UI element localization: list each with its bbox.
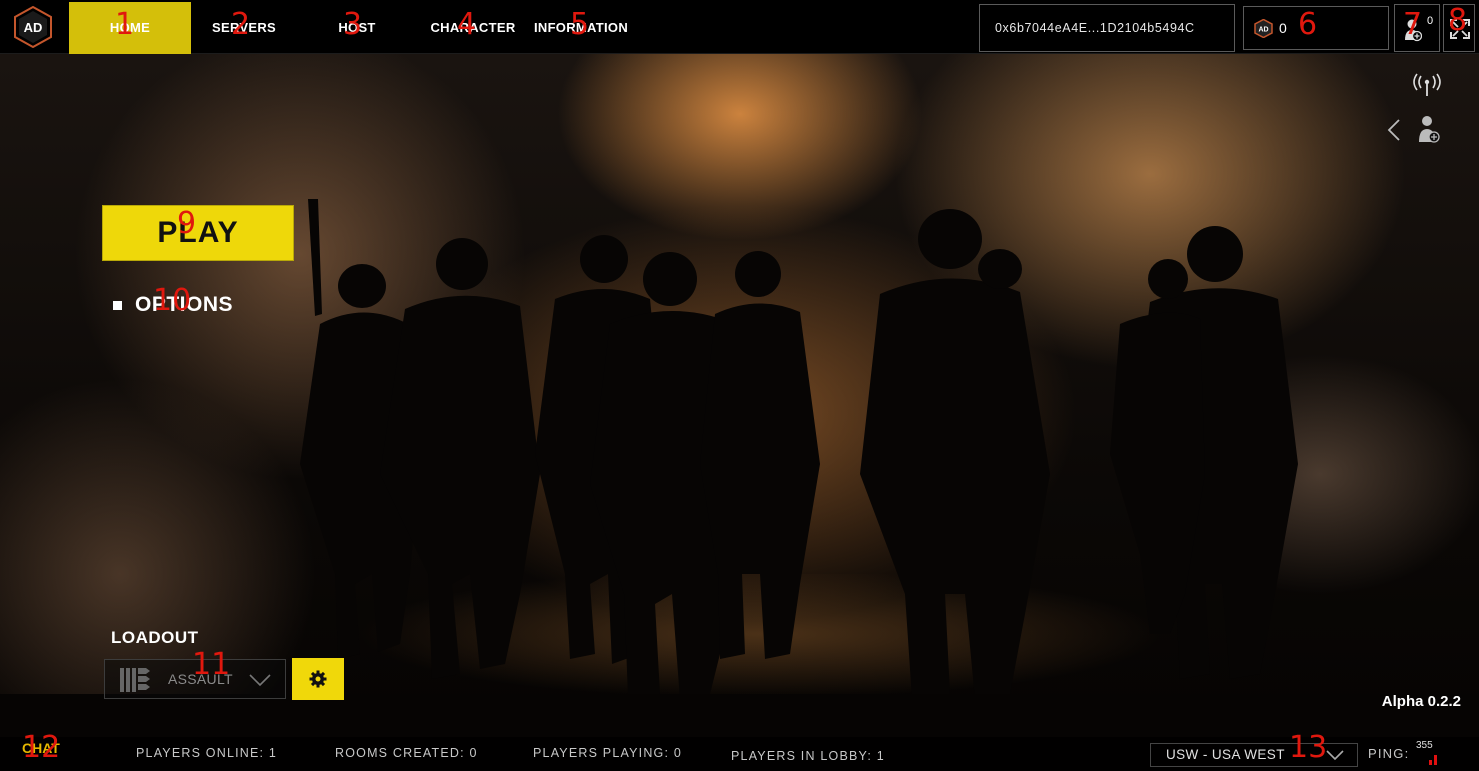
chevron-left-icon[interactable]: [1386, 118, 1402, 142]
chevron-down-icon: [1326, 750, 1344, 761]
token-balance-value: 0: [1279, 20, 1287, 36]
nav-character[interactable]: CHARACTER: [425, 2, 521, 54]
loadout-title: LOADOUT: [111, 628, 199, 647]
nav-host[interactable]: HOST: [312, 2, 402, 54]
players-online: PLAYERS ONLINE: 1: [136, 746, 278, 760]
friends-count: 0: [1427, 15, 1434, 27]
version-label: Alpha 0.2.2: [1381, 693, 1461, 710]
nav-information[interactable]: INFORMATION: [528, 2, 634, 54]
token-balance[interactable]: AD 0: [1243, 6, 1389, 50]
signal-icon[interactable]: [1411, 73, 1443, 97]
players-playing: PLAYERS PLAYING: 0: [533, 746, 682, 760]
svg-text:AD: AD: [24, 20, 43, 35]
loadout-value: ASSAULT: [168, 671, 233, 687]
coin-icon: AD: [1254, 19, 1273, 38]
add-friend-icon: [1405, 19, 1422, 42]
gear-icon: [309, 670, 327, 688]
friends-button[interactable]: 0: [1394, 4, 1440, 52]
loadout-dropdown[interactable]: ASSAULT: [104, 659, 286, 699]
rooms-created: ROOMS CREATED: 0: [335, 746, 478, 760]
chat-button[interactable]: CHAT: [22, 740, 60, 756]
top-navigation-bar: AD HOME SERVERS HOST CHARACTER INFORMATI…: [0, 0, 1479, 54]
chevron-down-icon: [249, 674, 271, 687]
region-select[interactable]: USW - USA WEST: [1150, 743, 1358, 767]
players-in-lobby: PLAYERS IN LOBBY: 1: [731, 749, 885, 763]
ping-bars-icon: [1429, 755, 1437, 765]
fullscreen-icon: [1450, 19, 1470, 39]
bullet-square: [113, 300, 122, 310]
ping-value: 355: [1416, 740, 1433, 751]
svg-text:AD: AD: [1258, 27, 1268, 34]
nav-home[interactable]: HOME: [69, 2, 191, 54]
options-button[interactable]: OPTIONS: [113, 293, 233, 317]
loadout-settings-button[interactable]: [292, 658, 344, 700]
ping-label: PING:: [1368, 746, 1410, 761]
region-value: USW - USA WEST: [1166, 747, 1285, 762]
add-friend-icon[interactable]: [1417, 114, 1441, 144]
options-label: OPTIONS: [135, 293, 234, 316]
fullscreen-button[interactable]: [1443, 4, 1475, 52]
ammo-icon: [120, 668, 150, 692]
wallet-address[interactable]: 0x6b7044eA4E...1D2104b5494C: [979, 4, 1235, 52]
play-button[interactable]: PLAY: [102, 205, 294, 261]
nav-servers[interactable]: SERVERS: [192, 2, 296, 54]
logo-icon[interactable]: AD: [12, 6, 54, 48]
